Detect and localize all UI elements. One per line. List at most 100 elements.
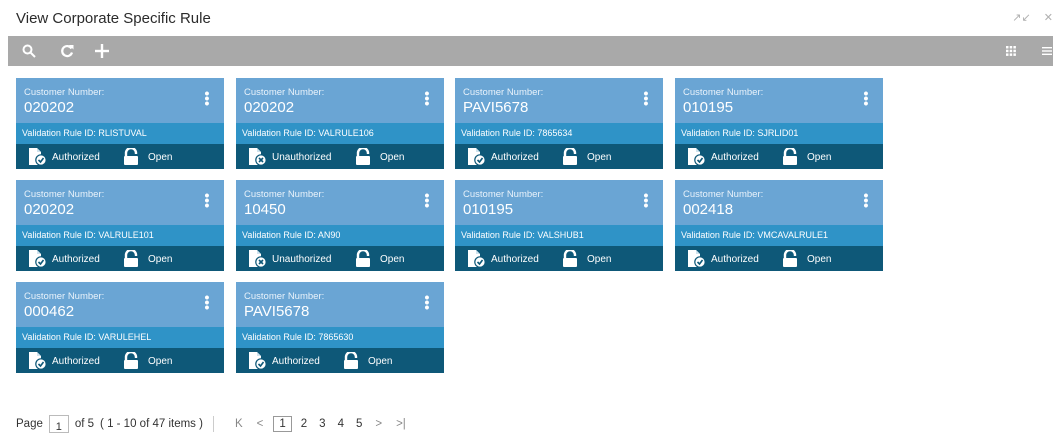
card-rule-row: Validation Rule ID: VARULEHEL [16,327,224,348]
more-options-icon[interactable]: • • • [204,188,210,212]
first-page-icon[interactable]: K [235,418,243,430]
rule-card[interactable]: Customer Number: 10450 • • • Validation Rule … [236,180,444,271]
card-header: Customer Number: PAVI5678 • • • [455,78,663,123]
page-title: View Corporate Specific Rule [16,10,211,27]
search-icon[interactable] [22,36,36,66]
rule-card[interactable]: Customer Number: 010195 • • • Validation Rule… [455,180,663,271]
unlock-icon [781,148,799,166]
more-options-icon[interactable]: • • • [863,86,869,110]
customer-number-label: Customer Number: [244,87,325,98]
authorized-document-icon [248,352,268,370]
page-link-2[interactable]: 2 [301,418,307,430]
unlock-icon [122,250,140,268]
rule-card[interactable]: Customer Number: 000462 • • • Validation Rule… [16,282,224,373]
authorized-document-icon [687,148,707,166]
authorization-status: Unauthorized [248,250,331,268]
validation-rule-id: Validation Rule ID: 7865634 [461,128,573,138]
rule-card[interactable]: Customer Number: 002418 • • • Validation Rule… [675,180,883,271]
record-status-label: Open [807,151,832,163]
validation-rule-id: Validation Rule ID: AN90 [242,230,341,240]
customer-number-label: Customer Number: [463,189,544,200]
page-count: of 5 [74,418,95,430]
customer-number-label: Customer Number: [24,87,105,98]
more-options-icon[interactable]: • • • [204,86,210,110]
list-view-icon[interactable] [1042,36,1052,66]
record-status: Open [122,352,172,370]
page-link-1[interactable]: 1 [273,416,292,432]
page-link-5[interactable]: 5 [356,418,362,430]
toolbar [8,36,1053,66]
record-status-label: Open [148,151,173,163]
close-icon[interactable]: ✕ [1044,12,1053,24]
refresh-icon[interactable] [60,36,74,66]
rule-card[interactable]: Customer Number: PAVI5678 • • • Validation Ru… [236,282,444,373]
unlock-icon [342,352,360,370]
customer-number-value: 010195 [463,201,514,218]
card-header: Customer Number: 020202 • • • [16,180,224,225]
record-status: Open [561,250,611,268]
unauthorized-document-icon [248,250,268,268]
authorization-status: Authorized [687,250,759,268]
last-page-icon[interactable]: >| [396,418,406,430]
customer-number-label: Customer Number: [463,87,544,98]
previous-page-icon[interactable]: < [257,418,264,430]
validation-rule-id: Validation Rule ID: VARULEHEL [22,332,152,342]
more-options-icon[interactable]: • • • [424,290,430,314]
validation-rule-id: Validation Rule ID: VALRULE101 [22,230,154,240]
next-page-icon[interactable]: > [375,418,382,430]
card-header: Customer Number: 000462 • • • [16,282,224,327]
customer-number-value: 000462 [24,303,75,320]
rule-card[interactable]: Customer Number: 020202 • • • Validation Rule… [236,78,444,169]
items-range: ( 1 - 10 of 47 items ) [100,418,203,430]
card-header: Customer Number: PAVI5678 • • • [236,282,444,327]
customer-number-value: 020202 [24,99,75,116]
more-options-icon[interactable]: • • • [424,86,430,110]
card-header: Customer Number: 002418 • • • [675,180,883,225]
customer-number-label: Customer Number: [683,87,764,98]
record-status-label: Open [148,253,173,265]
unauthorized-document-icon [248,148,268,166]
authorization-status-label: Authorized [711,253,759,265]
more-options-icon[interactable]: • • • [424,188,430,212]
page-link-4[interactable]: 4 [338,418,344,430]
card-header: Customer Number: 010195 • • • [455,180,663,225]
card-header: Customer Number: 020202 • • • [236,78,444,123]
unlock-icon [561,148,579,166]
record-status-label: Open [380,151,405,163]
grid-view-icon[interactable] [1006,36,1016,66]
record-status-label: Open [380,253,405,265]
authorization-status: Unauthorized [248,148,331,166]
card-status-row: Authorized Open [675,246,883,271]
customer-number-label: Customer Number: [244,189,325,200]
more-options-icon[interactable]: • • • [204,290,210,314]
page-link-3[interactable]: 3 [319,418,325,430]
authorization-status-label: Unauthorized [272,253,332,265]
more-options-icon[interactable]: • • • [643,188,649,212]
card-status-row: Authorized Open [16,246,224,271]
customer-number-value: PAVI5678 [244,303,310,320]
authorized-document-icon [28,352,48,370]
validation-rule-id: Validation Rule ID: VALRULE106 [242,128,374,138]
add-icon[interactable] [95,36,109,66]
validation-rule-id: Validation Rule ID: VMCAVALRULE1 [681,230,829,240]
window-controls: ↗↙ ✕ [1002,11,1053,24]
card-status-row: Authorized Open [16,348,224,373]
authorized-document-icon [467,250,487,268]
more-options-icon[interactable]: • • • [643,86,649,110]
rule-card[interactable]: Customer Number: 010195 • • • Validation Rule… [675,78,883,169]
page-number-input[interactable]: 1 [48,415,69,433]
rule-card[interactable]: Customer Number: 020202 • • • Validation Rule… [16,78,224,169]
more-options-icon[interactable]: • • • [863,188,869,212]
customer-number-value: 020202 [24,201,75,218]
authorization-status: Authorized [467,250,539,268]
card-status-row: Authorized Open [236,348,444,373]
authorization-status: Authorized [28,250,100,268]
authorization-status-label: Authorized [52,355,100,367]
authorization-status-label: Authorized [491,151,539,163]
card-header: Customer Number: 010195 • • • [675,78,883,123]
minimize-icon[interactable]: ↗↙ [1012,12,1030,24]
card-rule-row: Validation Rule ID: 7865630 [236,327,444,348]
rule-card[interactable]: Customer Number: 020202 • • • Validation Rule… [16,180,224,271]
authorized-document-icon [28,250,48,268]
rule-card[interactable]: Customer Number: PAVI5678 • • • Validation Ru… [455,78,663,169]
